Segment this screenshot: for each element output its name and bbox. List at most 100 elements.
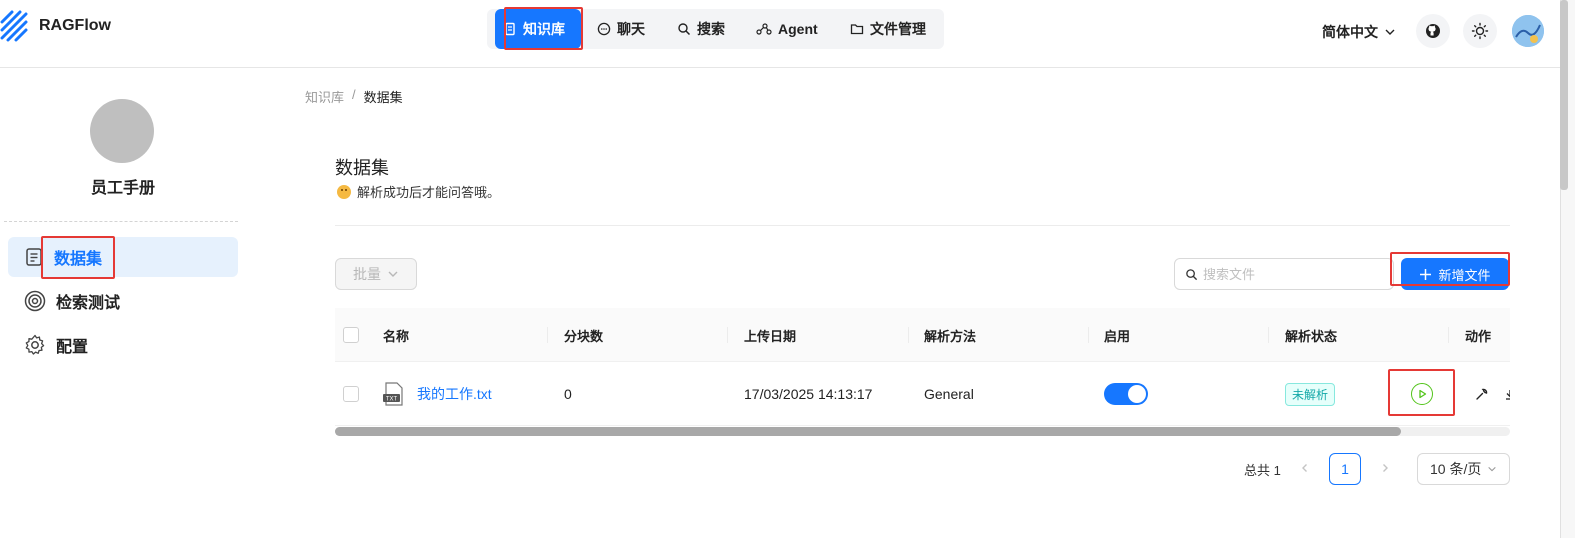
select-all-checkbox[interactable] [343,327,359,343]
language-selector[interactable]: 简体中文 [1322,22,1396,42]
knowledge-base-name: 员工手册 [90,180,155,197]
section-divider [335,225,1510,226]
play-icon [1419,389,1427,399]
run-parse-button[interactable] [1411,383,1433,405]
sun-icon [1471,22,1489,40]
breadcrumb-item-dataset: 数据集 [363,90,403,105]
agent-graph-icon [756,23,772,35]
sidebar-item-configuration[interactable]: 配置 [8,325,238,365]
breadcrumb-item-knowledge-base[interactable]: 知识库 [305,87,344,106]
chevron-down-icon [1488,466,1497,472]
column-header-name[interactable]: 名称 [383,308,409,362]
file-table: 名称 分块数 上传日期 解析方法 启用 解析状态 动作 TXT 我的工作.txt… [335,308,1510,438]
file-name-cell: TXT 我的工作.txt [383,362,492,426]
search-icon [1186,268,1198,280]
search-icon [678,23,691,36]
prev-page-button[interactable] [1295,458,1315,478]
breadcrumb-separator: / [352,87,356,102]
wrench-icon[interactable] [1475,387,1489,401]
chunk-count-cell: 0 [564,386,572,402]
nav-tab-agent[interactable]: Agent [748,9,826,49]
nav-tab-label: 文件管理 [870,21,926,37]
nav-tab-knowledge-base[interactable]: 知识库 [495,9,581,49]
smile-emoji-icon [337,184,351,199]
sidebar-item-label: 配置 [56,339,89,356]
breadcrumb: 知识库 / 数据集 [305,87,403,106]
chat-bubble-icon [597,22,611,36]
plus-icon [1420,268,1432,280]
bulk-actions-label: 批量 [353,266,381,282]
sidebar-item-dataset[interactable]: 数据集 [8,237,238,277]
table-header: 名称 分块数 上传日期 解析方法 启用 解析状态 动作 [335,308,1510,362]
column-separator [1088,327,1089,343]
file-name-link[interactable]: 我的工作.txt [417,384,492,404]
document-icon [26,248,42,266]
row-select-cell [343,362,359,426]
page-tip: 解析成功后才能问答哦。 [337,182,500,201]
download-icon[interactable] [1505,387,1510,401]
column-header-enabled[interactable]: 启用 [1104,308,1130,362]
row-checkbox[interactable] [343,386,359,402]
nav-tab-label: Agent [778,21,818,37]
gear-icon [25,334,45,355]
sidebar-item-label: 检索测试 [56,295,121,312]
nav-tab-chat[interactable]: 聊天 [589,9,653,49]
add-file-button[interactable]: 新增文件 [1401,258,1509,290]
sidebar-item-label: 数据集 [54,251,103,268]
add-file-label: 新增文件 [1438,267,1491,283]
book-icon [505,22,515,36]
nav-tab-file-management[interactable]: 文件管理 [842,9,934,49]
nav-tab-search[interactable]: 搜索 [669,9,733,49]
column-separator [908,327,909,343]
nav-tab-label: 搜索 [697,21,725,37]
status-badge: 未解析 [1285,382,1336,406]
table-row: TXT 我的工作.txt 0 17/03/2025 14:13:17 Gener… [335,362,1510,426]
chevron-right-icon [1383,464,1388,472]
language-label: 简体中文 [1322,24,1378,40]
enabled-cell [1104,362,1148,426]
chevron-left-icon [1302,464,1307,472]
column-header-chunks[interactable]: 分块数 [564,308,603,362]
actions-cell [1475,362,1510,426]
page-vertical-scrollbar[interactable] [1560,0,1568,190]
column-separator [727,327,728,343]
folder-icon [850,24,864,35]
knowledge-base-avatar [90,99,154,163]
page-tip-text: 解析成功后才能问答哦。 [357,185,501,200]
github-button[interactable] [1416,14,1450,48]
theme-toggle-button[interactable] [1463,14,1497,48]
top-header: RAGFlow 知识库 聊天 搜索 Agent 文件管理 简体中文 [0,0,1560,68]
main-nav: 知识库 聊天 搜索 Agent 文件管理 [487,9,944,49]
column-header-actions: 动作 [1465,328,1492,344]
run-parse-cell [1411,362,1433,426]
column-header-parser[interactable]: 解析方法 [924,308,976,362]
user-avatar[interactable] [1512,15,1544,47]
github-icon [1426,24,1440,38]
page-size-select[interactable]: 10 条/页 [1417,453,1510,485]
txt-file-icon: TXT [383,382,403,406]
file-search-input[interactable] [1203,266,1383,282]
parser-method-cell[interactable]: General [924,362,974,426]
parse-status-cell: 未解析 [1285,362,1336,426]
ragflow-logo-icon [0,10,28,42]
page-size-label: 10 条/页 [1430,461,1482,477]
file-search-box [1174,258,1394,290]
column-separator [547,327,548,343]
page-number-current[interactable]: 1 [1329,453,1361,485]
file-type-label: TXT [386,396,398,402]
pagination-total: 总共 1 [1244,463,1281,478]
scrollbar-thumb[interactable] [335,427,1401,436]
table-horizontal-scrollbar[interactable] [335,427,1510,436]
column-header-upload-date[interactable]: 上传日期 [744,308,796,362]
chevron-down-icon [388,271,398,277]
nav-tab-label: 聊天 [617,21,645,37]
column-separator [1268,327,1269,343]
avatar-image-icon [1512,15,1544,47]
chevron-down-icon [1385,29,1395,35]
next-page-button[interactable] [1375,458,1395,478]
enable-toggle[interactable] [1104,383,1148,405]
sidebar-item-retrieval-test[interactable]: 检索测试 [8,281,238,321]
column-header-parse-status[interactable]: 解析状态 [1285,308,1337,362]
bulk-actions-button[interactable]: 批量 [335,258,417,290]
sidebar-divider [4,221,238,222]
